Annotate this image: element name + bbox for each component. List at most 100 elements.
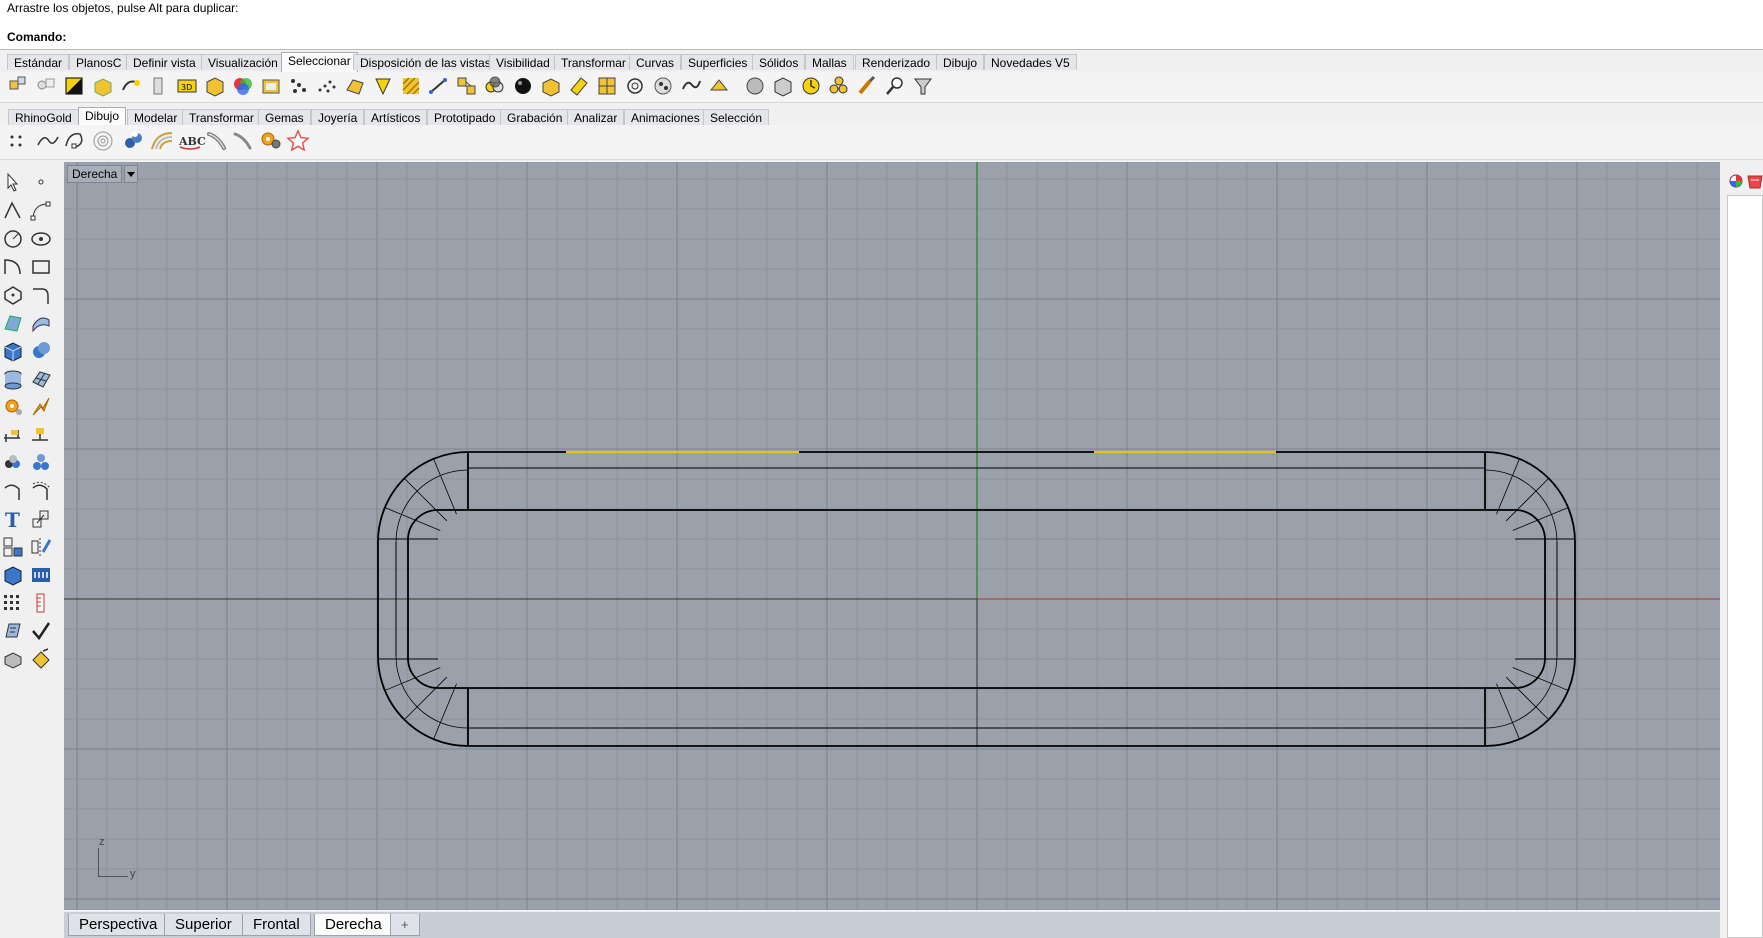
select-meshes-icon[interactable] [346, 79, 364, 95]
text-tool-icon[interactable]: T [5, 508, 20, 532]
boolean-union-icon[interactable] [33, 342, 50, 358]
select-zoom-icon[interactable] [886, 77, 903, 95]
tab-rhinogold[interactable]: RhinoGold [8, 109, 79, 125]
pipe-icon[interactable] [207, 132, 226, 150]
tab-mallas[interactable]: Mallas [805, 54, 854, 70]
select-color-filter-icon[interactable] [654, 77, 672, 95]
mesh-icon[interactable] [32, 371, 51, 388]
select-dots-icon[interactable] [291, 79, 306, 93]
select-curves-icon[interactable] [37, 78, 55, 90]
tab-estandar[interactable]: Estándar [7, 54, 70, 70]
tab-transformar[interactable]: Transformar [554, 54, 633, 70]
tab-analizar[interactable]: Analizar [567, 109, 625, 125]
tab-dibujo[interactable]: Dibujo [936, 54, 985, 70]
analyze-bars-icon[interactable] [32, 568, 50, 582]
view-tab-perspectiva[interactable]: Perspectiva [68, 914, 169, 936]
gears-settings-icon[interactable] [261, 132, 281, 149]
tab-artisticos[interactable]: Artísticos [364, 109, 428, 125]
point-icon[interactable] [38, 179, 44, 185]
select-previous-icon[interactable] [570, 77, 588, 96]
surface-from-points-icon[interactable] [4, 315, 22, 332]
select-points-icon[interactable] [9, 76, 26, 90]
select-blocks-icon[interactable] [206, 77, 224, 97]
select-groups-icon[interactable] [457, 77, 476, 95]
offset-curve-icon[interactable] [32, 481, 51, 500]
box-solid-icon[interactable] [4, 342, 22, 362]
select-surfaces-icon[interactable] [94, 78, 112, 97]
text-abc-icon[interactable]: ABC [178, 135, 206, 150]
tab-disposicion-vistas[interactable]: Disposición de las vistas [353, 54, 498, 70]
select-arrow-icon[interactable] [7, 172, 19, 192]
gems-cluster-icon[interactable] [125, 131, 142, 148]
curve-from-object-icon[interactable] [4, 484, 20, 500]
polyline-icon[interactable] [4, 201, 21, 219]
tab-seleccionar[interactable]: Seleccionar [281, 52, 358, 72]
select-layer-icon[interactable] [262, 79, 280, 94]
select-sphere-icon[interactable] [746, 77, 764, 95]
tab-grabacion[interactable]: Grabación [500, 109, 570, 125]
tab-novedades-v5[interactable]: Novedades V5 [984, 54, 1077, 70]
viewport-title[interactable]: Derecha [67, 165, 123, 183]
tab-curvas[interactable]: Curvas [629, 54, 682, 70]
select-brush-icon[interactable] [858, 75, 876, 95]
tab-modelar[interactable]: Modelar [127, 109, 185, 125]
pipe-variable-icon[interactable] [233, 132, 252, 150]
color-wheel-icon[interactable] [1729, 174, 1743, 188]
curve-edit-icon[interactable] [65, 133, 83, 149]
select-by-object-name-icon[interactable] [485, 76, 504, 93]
add-view-tab-button[interactable]: + [390, 914, 420, 936]
ellipse-icon[interactable] [31, 232, 51, 246]
tab-planosc[interactable]: PlanosC [69, 54, 129, 70]
rectangle-icon[interactable] [32, 260, 50, 274]
scale-icon[interactable] [32, 510, 49, 528]
tab-definir-vista[interactable]: Definir vista [126, 54, 203, 70]
render-icon[interactable] [32, 397, 50, 416]
tab-prototipado[interactable]: Prototipado [427, 109, 503, 125]
panel-content[interactable] [1727, 195, 1763, 938]
tab-gemas[interactable]: Gemas [258, 109, 311, 125]
dimension-icon[interactable] [4, 430, 20, 442]
select-color-icon[interactable] [234, 78, 252, 95]
light-icon[interactable] [5, 399, 22, 415]
tab-seleccion[interactable]: Selección [703, 109, 770, 125]
select-clock-icon[interactable] [802, 77, 820, 95]
select-dimensions-icon[interactable] [429, 78, 447, 94]
select-duplicates-icon[interactable] [598, 77, 616, 95]
select-polysurfaces-icon[interactable] [122, 80, 140, 91]
tab-joyeria[interactable]: Joyería [311, 109, 365, 125]
tab-visibilidad[interactable]: Visibilidad [489, 54, 557, 70]
curve-icon[interactable] [37, 136, 59, 146]
select-lights-icon[interactable] [153, 77, 163, 95]
select-by-render-material-icon[interactable] [515, 78, 531, 94]
check-icon[interactable] [32, 622, 51, 641]
array-solid-icon[interactable] [4, 566, 22, 586]
tab-dibujo-plugin[interactable]: Dibujo [78, 107, 127, 127]
viewport-derecha[interactable]: Derecha z y [64, 162, 1720, 910]
block-icon[interactable] [33, 454, 49, 470]
select-box-icon[interactable] [774, 77, 792, 97]
select-by-type-icon[interactable] [627, 78, 643, 94]
tab-solidos[interactable]: Sólidos [752, 54, 806, 70]
layer-panel-icon[interactable] [5, 623, 21, 638]
select-all-icon[interactable] [65, 77, 83, 95]
rainbow-lines-icon[interactable] [151, 132, 173, 150]
view-tab-superior[interactable]: Superior [164, 914, 243, 936]
circle-icon[interactable] [4, 230, 22, 248]
layers-panel-icon[interactable] [1747, 175, 1763, 189]
tab-animaciones[interactable]: Animaciones [624, 109, 707, 125]
selection-filter-icon[interactable] [914, 78, 932, 95]
group-icon[interactable] [5, 455, 20, 468]
cylinder-icon[interactable] [4, 370, 22, 390]
extrude-surface-icon[interactable] [32, 317, 50, 333]
paint-bucket-icon[interactable] [32, 648, 50, 669]
star-icon[interactable] [286, 129, 310, 152]
annotation-icon[interactable] [32, 428, 48, 441]
select-hatch-icon[interactable] [402, 77, 420, 95]
arc-icon[interactable] [4, 259, 21, 275]
select-last-created-icon[interactable] [542, 78, 560, 97]
select-point-cloud-icon[interactable] [318, 80, 336, 93]
fillet-curves-icon[interactable] [33, 288, 49, 304]
tab-superficies[interactable]: Superficies [681, 54, 755, 70]
points-icon[interactable] [10, 135, 22, 147]
view-tab-derecha[interactable]: Derecha [314, 914, 393, 936]
